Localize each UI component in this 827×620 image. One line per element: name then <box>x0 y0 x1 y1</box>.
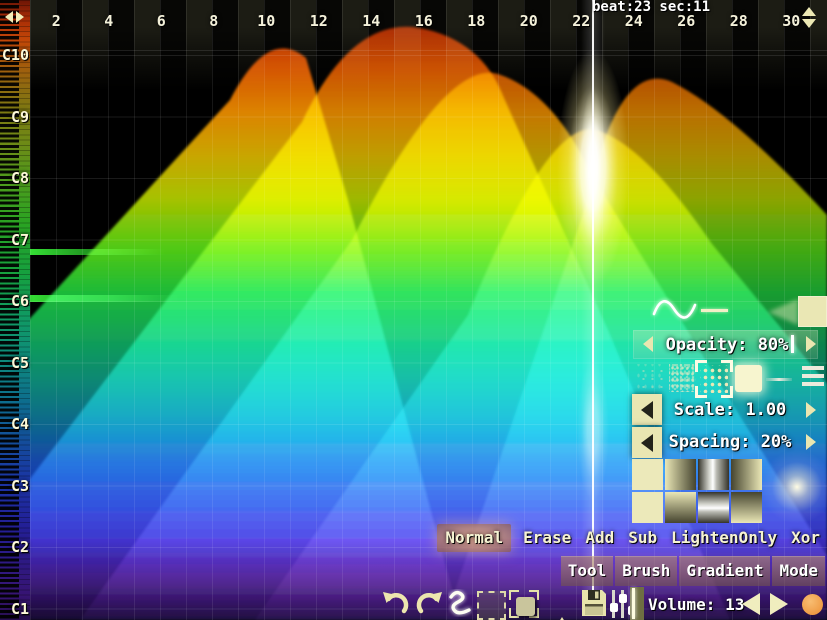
tab-tool[interactable]: Tool <box>560 556 614 586</box>
record-button[interactable] <box>802 594 823 615</box>
blend-mode-xor[interactable]: Xor <box>789 524 822 552</box>
timeline-beat-label: 2 <box>51 12 61 30</box>
redo-button[interactable] <box>416 590 443 616</box>
volume-label: Volume: 13 <box>648 595 745 614</box>
panel-tabs: Tool Brush Gradient Mode <box>560 556 825 586</box>
gradient-swatch-v-light-dark[interactable] <box>665 492 696 523</box>
brush-soft-square[interactable] <box>735 365 762 392</box>
timeline-beat-label: 16 <box>414 12 433 30</box>
volume-up-button[interactable] <box>770 593 788 615</box>
blend-mode-erase[interactable]: Erase <box>521 524 573 552</box>
text-cursor <box>791 335 795 353</box>
volume-down-button[interactable] <box>742 593 760 615</box>
octave-label: C3 <box>10 476 29 495</box>
timeline-beat-label: 14 <box>362 12 381 30</box>
timeline-beat-label: 28 <box>729 12 748 30</box>
octave-label: C7 <box>10 230 29 249</box>
square-stroke-button[interactable] <box>798 296 827 327</box>
scale-increase-button[interactable] <box>806 402 816 418</box>
spacing-label: Spacing: 20% <box>668 432 792 452</box>
arrow-up-icon[interactable] <box>802 7 816 16</box>
opacity-label: Opacity: 80% <box>660 335 800 355</box>
triangle-left-icon <box>641 400 653 419</box>
stroke-prev-ghost-icon <box>768 299 798 325</box>
opacity-value: Opacity: 80% <box>665 335 789 355</box>
tab-gradient[interactable]: Gradient <box>679 556 771 586</box>
save-button[interactable] <box>580 588 608 618</box>
spectral-synth-app: C10 C9 C8 C7 C6 C5 C4 C3 C2 C1 2 4 6 8 10 12 14 16 18 20 22… <box>0 0 827 620</box>
undo-button[interactable] <box>382 590 409 616</box>
octave-label: C9 <box>10 107 29 126</box>
octave-label: C10 <box>1 46 29 64</box>
octave-label: C5 <box>10 353 29 372</box>
timeline-beat-label: 20 <box>519 12 538 30</box>
keyboard-collapse-button[interactable] <box>5 11 29 23</box>
curve-tool-button[interactable] <box>448 589 472 617</box>
tab-brush[interactable]: Brush <box>615 556 678 586</box>
brush-dense-noise[interactable] <box>669 364 696 392</box>
gradient-swatch-h-light-dark[interactable] <box>665 459 696 490</box>
octave-labels: C10 C9 C8 C7 C6 C5 C4 C3 C2 C1 <box>0 43 30 620</box>
beat-time-readout: beat:23 sec:11 <box>592 0 711 15</box>
timeline-beat-label: 10 <box>257 12 276 30</box>
blend-mode-add[interactable]: Add <box>583 524 616 552</box>
gradient-swatch-solid-2[interactable] <box>632 492 663 523</box>
timeline-beat-label: 8 <box>209 12 219 30</box>
arrow-down-icon[interactable] <box>802 19 816 28</box>
blend-mode-row: Normal Erase Add Sub LightenOnly Xor <box>437 524 822 552</box>
timeline-beat-label: 4 <box>104 12 114 30</box>
scale-label: Scale: 1.00 <box>673 400 787 420</box>
timeline-scroll-buttons[interactable] <box>802 7 816 28</box>
octave-label: C8 <box>10 169 29 188</box>
select-marquee-button[interactable] <box>477 591 506 620</box>
gradient-swatch-h-dark-light[interactable] <box>731 459 762 490</box>
triangle-right-icon <box>16 11 24 23</box>
blend-mode-normal[interactable]: Normal <box>437 524 512 552</box>
tab-mode[interactable]: Mode <box>772 556 825 586</box>
octave-label: C2 <box>10 538 29 557</box>
octave-label: C1 <box>10 599 29 618</box>
gradient-swatch-solid[interactable] <box>632 459 663 490</box>
blend-mode-lightenonly[interactable]: LightenOnly <box>669 524 779 552</box>
octave-label: C4 <box>10 415 29 434</box>
line-stroke-icon[interactable] <box>701 309 728 312</box>
timeline-beat-label: 6 <box>156 12 166 30</box>
triangle-left-icon <box>5 11 13 23</box>
octave-label: C6 <box>10 292 29 311</box>
brush-line[interactable] <box>766 378 792 381</box>
gradient-swatch-v-dark-light[interactable] <box>731 492 762 523</box>
gradient-swatch-radial-glow[interactable] <box>760 450 827 524</box>
sine-stroke-icon[interactable] <box>650 296 698 324</box>
blend-mode-sub[interactable]: Sub <box>626 524 659 552</box>
select-fill-button[interactable] <box>509 590 539 618</box>
spacing-increase-button[interactable] <box>806 434 816 450</box>
triangle-left-icon <box>641 433 653 452</box>
opacity-decrease-button[interactable] <box>643 336 653 352</box>
gradient-swatch-h-bright-center[interactable] <box>698 459 729 490</box>
menu-icon[interactable] <box>802 366 824 386</box>
brush-sparse-noise[interactable] <box>637 364 664 392</box>
playhead-marker-button[interactable] <box>630 587 644 620</box>
gradient-swatch-v-bright-center[interactable] <box>698 492 729 523</box>
scale-decrease-button[interactable] <box>632 394 662 425</box>
timeline-beat-label: 18 <box>467 12 486 30</box>
brush-selection-brackets-icon <box>695 360 733 398</box>
timeline-beat-label: 12 <box>309 12 328 30</box>
opacity-increase-button[interactable] <box>806 336 816 352</box>
